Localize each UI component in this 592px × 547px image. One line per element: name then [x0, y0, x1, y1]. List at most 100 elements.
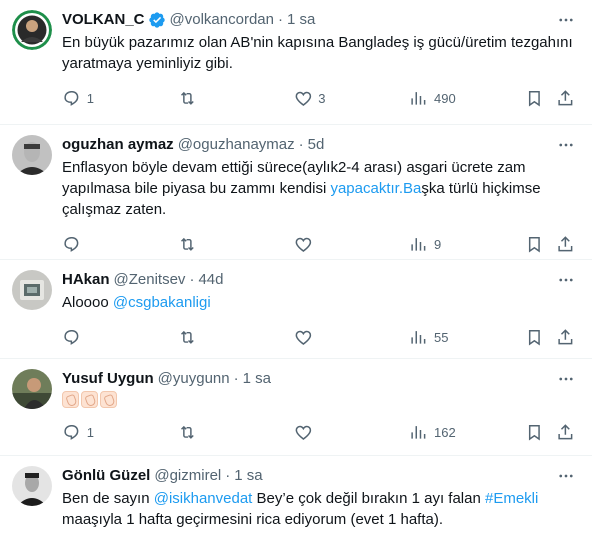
like-button[interactable]: 3	[294, 89, 410, 108]
user-handle[interactable]: @Zenitsev	[114, 270, 186, 290]
share-button[interactable]	[556, 235, 576, 254]
bookmark-button[interactable]	[525, 235, 556, 254]
retweet-icon	[180, 425, 194, 439]
user-handle[interactable]: @oguzhanaymaz	[178, 135, 295, 155]
user-handle[interactable]: @volkancordan	[170, 10, 274, 30]
display-name[interactable]: Gönlü Güzel	[62, 466, 150, 486]
more-icon	[559, 377, 573, 381]
avatar[interactable]	[12, 270, 52, 310]
retweet-icon	[180, 237, 194, 251]
reply-count: 1	[86, 424, 94, 440]
tweet-text: Enflasyon böyle devam ettiği sürece(aylı…	[62, 157, 576, 220]
reply-button[interactable]	[62, 328, 178, 347]
more-options-button[interactable]	[556, 466, 576, 486]
like-count: 3	[318, 90, 326, 106]
timestamp[interactable]: 1 sa	[234, 466, 262, 486]
separator-dot: ·	[189, 271, 195, 288]
tweet-text-line: En büyük pazarımız olan AB'nin kapısına …	[62, 34, 573, 51]
clapping-hands-icon	[62, 391, 79, 408]
tweet[interactable]: HAkan @Zenitsev · 44d Aloooo @csgbakanli…	[0, 260, 592, 359]
tweet[interactable]: VOLKAN_C @volkancordan · 1 sa En büyük p…	[0, 0, 592, 125]
tweet-header: oguzhan aymaz @oguzhanaymaz · 5d	[62, 135, 576, 155]
tweet[interactable]: Gönlü Güzel @gizmirel · 1 sa Ben de sayı…	[0, 456, 592, 547]
tweet-text-line: yaratmaya yeminliyiz gibi.	[62, 55, 233, 72]
more-options-button[interactable]	[556, 369, 576, 389]
bookmark-button[interactable]	[525, 328, 556, 347]
retweet-button[interactable]	[178, 89, 294, 108]
display-name[interactable]: oguzhan aymaz	[62, 135, 174, 155]
like-button[interactable]	[294, 423, 410, 442]
views-icon	[411, 425, 426, 439]
reply-icon	[64, 90, 79, 106]
more-icon	[559, 278, 573, 282]
more-options-button[interactable]	[556, 10, 576, 30]
timestamp[interactable]: 1 sa	[243, 369, 271, 389]
more-options-button[interactable]	[556, 135, 576, 155]
views-count: 55	[434, 329, 449, 345]
reply-icon	[64, 236, 79, 252]
inline-link[interactable]: yapacaktır.Ba	[330, 180, 421, 197]
mention-link[interactable]: @isikhanvedat	[154, 490, 253, 507]
tweet-actions: 55	[62, 321, 576, 353]
views-count: 162	[434, 424, 456, 440]
tweet[interactable]: oguzhan aymaz @oguzhanaymaz · 5d Enflasy…	[0, 125, 592, 260]
tweet-header: Gönlü Güzel @gizmirel · 1 sa	[62, 466, 576, 486]
like-icon	[295, 425, 311, 440]
like-icon	[295, 91, 311, 106]
timestamp[interactable]: 44d	[198, 270, 223, 290]
tweet-text: En büyük pazarımız olan AB'nin kapısına …	[62, 32, 576, 74]
display-name[interactable]: VOLKAN_C	[62, 10, 145, 30]
display-name[interactable]: Yusuf Uygun	[62, 369, 154, 389]
views-button[interactable]: 55	[409, 328, 525, 347]
views-button[interactable]: 9	[409, 235, 525, 254]
like-button[interactable]	[294, 328, 410, 347]
timestamp[interactable]: 5d	[308, 135, 325, 155]
share-button[interactable]	[556, 423, 576, 442]
separator-dot: ·	[233, 370, 239, 387]
views-count: 490	[434, 90, 456, 106]
bookmark-icon	[528, 236, 540, 253]
avatar[interactable]	[12, 369, 52, 409]
avatar[interactable]	[12, 10, 52, 50]
share-button[interactable]	[556, 89, 576, 108]
more-options-button[interactable]	[556, 270, 576, 290]
retweet-button[interactable]	[178, 235, 294, 254]
retweet-button[interactable]	[178, 328, 294, 347]
like-icon	[295, 237, 311, 252]
retweet-icon	[180, 91, 194, 105]
bookmark-icon	[528, 424, 540, 441]
tweet-actions: 9	[62, 228, 576, 260]
retweet-icon	[180, 330, 194, 344]
like-button[interactable]	[294, 235, 410, 254]
bookmark-button[interactable]	[525, 423, 556, 442]
reply-button[interactable]: 1	[62, 423, 178, 442]
views-button[interactable]: 162	[409, 423, 525, 442]
retweet-button[interactable]	[178, 423, 294, 442]
tweet-text-segment: Bey’e çok değil bırakın 1 ayı falan	[256, 490, 481, 507]
user-handle[interactable]: @yuygunn	[158, 369, 230, 389]
mention-link[interactable]: @csgbakanligi	[113, 294, 211, 311]
tweet-header: HAkan @Zenitsev · 44d	[62, 270, 576, 290]
reply-button[interactable]	[62, 235, 178, 254]
views-button[interactable]: 490	[409, 89, 525, 108]
views-count: 9	[434, 236, 442, 252]
timestamp[interactable]: 1 sa	[287, 10, 315, 30]
share-icon	[558, 89, 573, 105]
tweet[interactable]: Yusuf Uygun @yuygunn · 1 sa 1 162	[0, 359, 592, 456]
display-name[interactable]: HAkan	[62, 270, 110, 290]
bookmark-button[interactable]	[525, 89, 556, 108]
avatar[interactable]	[12, 466, 52, 506]
tweet-text-line: çalışmaz zaten.	[62, 201, 167, 218]
share-button[interactable]	[556, 328, 576, 347]
reply-feed: VOLKAN_C @volkancordan · 1 sa En büyük p…	[0, 0, 592, 547]
tweet-text-segment: Aloooo	[62, 294, 109, 311]
tweet-text	[62, 391, 576, 408]
share-icon	[558, 423, 573, 439]
reply-button[interactable]: 1	[62, 89, 178, 108]
user-handle[interactable]: @gizmirel	[154, 466, 221, 486]
more-icon	[559, 143, 573, 147]
tweet-text: Ben de sayın @isikhanvedat Bey’e çok değ…	[62, 488, 576, 530]
hashtag-link[interactable]: #Emekli	[485, 490, 538, 507]
tweet-actions: 1 162	[62, 416, 576, 448]
avatar[interactable]	[12, 135, 52, 175]
